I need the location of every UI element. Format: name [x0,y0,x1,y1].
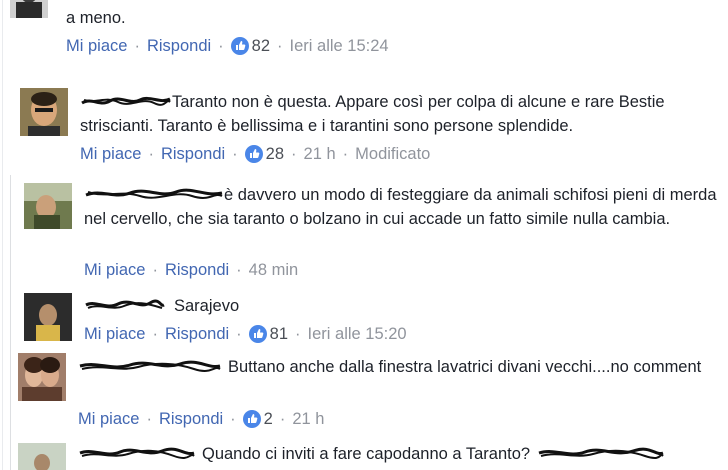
author-name-redacted[interactable] [78,356,222,376]
comment-text: a meno. [66,9,126,27]
comment: Taranto non è questa. Appare così per co… [0,60,728,175]
author-name-redacted[interactable] [84,295,166,315]
like-reaction-icon[interactable] [244,145,263,163]
separator: · [152,261,158,279]
comment-actions: Mi piace · Rispondi · 28 · 21 h · Modifi… [80,144,430,164]
separator: · [134,37,140,55]
separator: · [279,410,286,428]
avatar[interactable] [20,88,68,136]
separator: · [152,325,158,343]
like-link[interactable]: Mi piace [84,324,145,344]
reply-link[interactable]: Rispondi [161,144,225,164]
separator: · [232,145,238,163]
comment-text: è davvero un modo di festeggiare da anim… [84,184,717,228]
reaction-count[interactable]: 82 [252,36,270,56]
like-reaction-icon[interactable] [248,325,267,343]
timestamp[interactable]: 21 h [292,409,324,429]
avatar[interactable] [24,183,72,229]
comment-actions: Mi piace · Rispondi · 2 · 21 h [78,409,324,429]
comment-actions: Mi piace · Rispondi · 82 · Ieri alle 15:… [66,36,389,56]
separator: · [291,145,297,163]
separator: · [230,410,236,428]
separator: · [218,37,224,55]
avatar[interactable] [18,443,66,470]
reply-comment: è davvero un modo di festeggiare da anim… [0,175,728,287]
avatar[interactable] [24,293,72,341]
reaction-count[interactable]: 81 [270,324,288,344]
author-name-redacted[interactable] [78,443,196,463]
separator: · [146,410,152,428]
reply-link[interactable]: Rispondi [147,36,211,56]
comment-actions: Mi piace · Rispondi · 48 min [84,260,298,280]
comment-actions: Mi piace · Rispondi · 81 · Ieri alle 15:… [84,324,407,344]
timestamp[interactable]: 21 h [304,144,336,164]
comment: Quando ci inviti a fare capodanno a Tara… [0,435,728,470]
reply-link[interactable]: Rispondi [159,409,223,429]
reply-link[interactable]: Rispondi [165,260,229,280]
timestamp[interactable]: 48 min [249,260,299,280]
reply-link[interactable]: Rispondi [165,324,229,344]
separator: · [236,325,242,343]
separator: · [342,145,349,163]
like-link[interactable]: Mi piace [84,260,145,280]
comment: a meno. Mi piace · Rispondi · 82 · Ieri … [0,0,728,60]
author-name-redacted[interactable] [80,91,172,111]
comment-text: Taranto non è questa. Appare così per co… [80,91,665,135]
separator: · [277,37,283,55]
separator: · [148,145,154,163]
reaction-count[interactable]: 28 [266,144,284,164]
avatar[interactable] [10,0,48,18]
like-link[interactable]: Mi piace [80,144,141,164]
timestamp[interactable]: Ieri alle 15:20 [308,324,407,344]
like-reaction-icon[interactable] [230,37,249,55]
edited-label[interactable]: Modificato [355,144,430,164]
comment-text: Buttano anche dalla finestra lavatrici d… [78,355,718,379]
author-name-redacted[interactable] [84,184,224,204]
comment-text: Quando ci inviti a fare capodanno a Tara… [78,442,724,466]
avatar[interactable] [18,353,66,401]
separator: · [295,325,301,343]
reply-comment: Sarajevo Mi piace · Rispondi · 81 · Ieri… [0,287,728,347]
reaction-count[interactable]: 2 [264,409,273,429]
comment-text: Sarajevo [84,294,724,318]
like-link[interactable]: Mi piace [66,36,127,56]
like-reaction-icon[interactable] [242,410,261,428]
comment: Buttano anche dalla finestra lavatrici d… [0,347,728,435]
timestamp[interactable]: Ieri alle 15:24 [290,36,389,56]
like-link[interactable]: Mi piace [78,409,139,429]
separator: · [236,261,242,279]
tagged-name-redacted[interactable] [537,443,665,463]
